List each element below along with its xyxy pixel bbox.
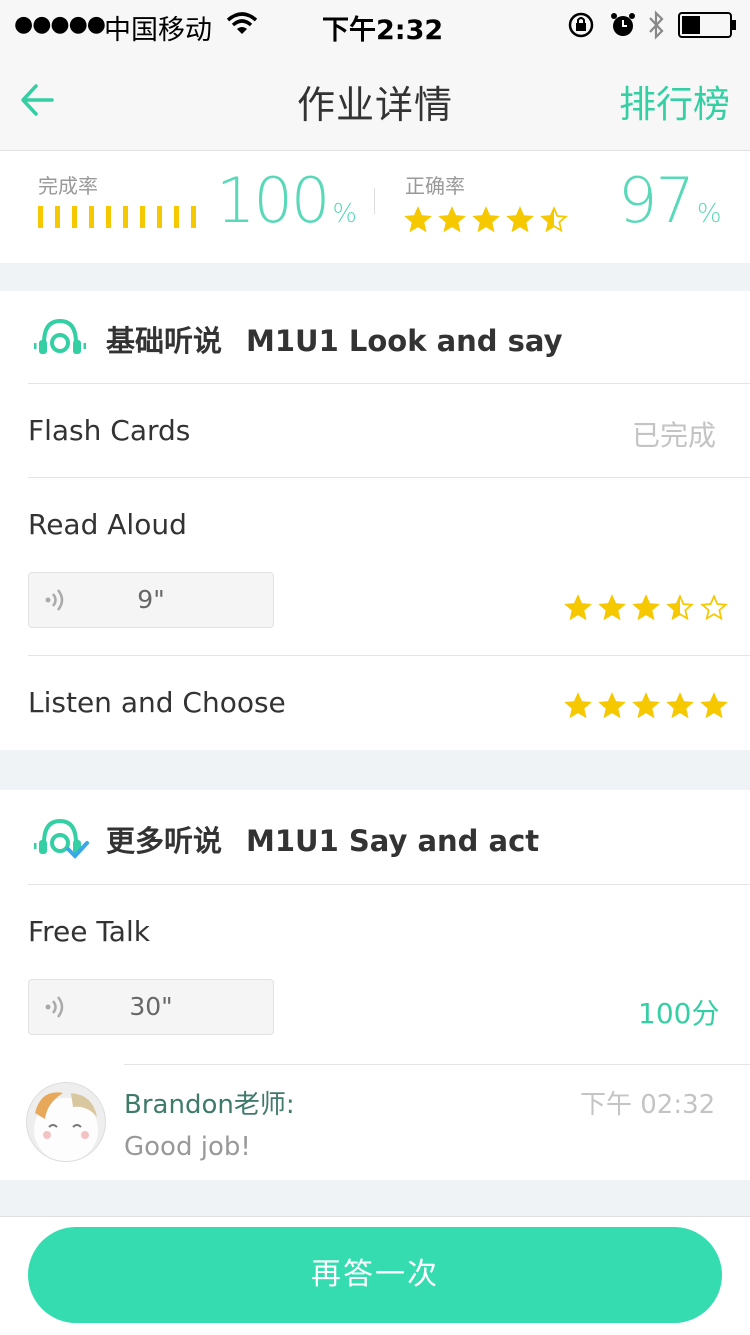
teacher-name: Brandon老师: — [124, 1090, 295, 1120]
wifi-icon — [226, 12, 258, 34]
accuracy-label: 正确率 — [405, 174, 465, 198]
audio-duration: 9" — [137, 585, 165, 614]
divider — [28, 884, 750, 885]
leaderboard-link[interactable]: 排行榜 — [619, 74, 730, 128]
star-full-icon — [438, 206, 466, 233]
completed-status: 已完成 — [632, 419, 717, 452]
item-title[interactable]: Free Talk — [28, 915, 150, 948]
headphone-icon — [34, 318, 86, 354]
star-full-icon — [666, 692, 694, 719]
star-half-icon — [666, 594, 694, 621]
read-aloud-stars — [564, 594, 734, 626]
signal-strength: ●●●●● — [14, 12, 106, 37]
divider — [28, 477, 750, 478]
item-title[interactable]: Flash Cards — [28, 414, 190, 447]
orientation-lock-icon — [568, 12, 594, 38]
star-full-icon — [404, 206, 432, 233]
item-title[interactable]: Read Aloud — [28, 508, 187, 541]
carrier-name: 中国移动 — [104, 15, 212, 46]
divider — [28, 655, 750, 656]
avatar — [26, 1082, 106, 1162]
star-full-icon — [598, 692, 626, 719]
accuracy-value: 97% — [618, 164, 722, 237]
listen-choose-stars — [564, 692, 734, 724]
section-heading: 更多听说 M1U1 Say and act — [106, 824, 540, 858]
score-value: 100分 — [638, 997, 720, 1030]
stats-divider — [374, 188, 375, 214]
divider — [28, 383, 750, 384]
headphone-check-icon — [34, 818, 89, 859]
item-title[interactable]: Listen and Choose — [28, 686, 286, 719]
completion-value: 100% — [216, 164, 358, 237]
alarm-icon — [611, 13, 635, 36]
retry-button[interactable]: 再答一次 — [28, 1227, 722, 1323]
star-full-icon — [632, 594, 660, 621]
star-full-icon — [506, 206, 534, 233]
star-half-icon — [540, 206, 568, 233]
star-full-icon — [700, 692, 728, 719]
audio-player[interactable]: 30" — [28, 979, 274, 1035]
section-heading: 基础听说 M1U1 Look and say — [106, 324, 563, 358]
bluetooth-icon — [649, 10, 664, 40]
accuracy-stars — [404, 206, 574, 238]
star-full-icon — [564, 594, 592, 621]
star-full-icon — [472, 206, 500, 233]
completion-label: 完成率 — [38, 174, 98, 198]
status-time: 下午2:32 — [322, 15, 444, 46]
star-empty-icon — [700, 594, 728, 621]
star-full-icon — [632, 692, 660, 719]
nav-bar: 作业详情 排行榜 — [0, 50, 750, 151]
audio-duration: 30" — [129, 992, 173, 1021]
audio-player[interactable]: 9" — [28, 572, 274, 628]
comment-time: 下午 02:32 — [580, 1090, 716, 1120]
status-bar: ●●●●● 中国移动 下午2:32 — [0, 0, 750, 50]
star-full-icon — [564, 692, 592, 719]
divider — [124, 1064, 750, 1065]
completion-bars — [38, 206, 208, 232]
battery-icon — [678, 12, 736, 38]
footer-bar: 再答一次 — [0, 1216, 750, 1335]
star-full-icon — [598, 594, 626, 621]
comment-text: Good job! — [124, 1132, 251, 1162]
